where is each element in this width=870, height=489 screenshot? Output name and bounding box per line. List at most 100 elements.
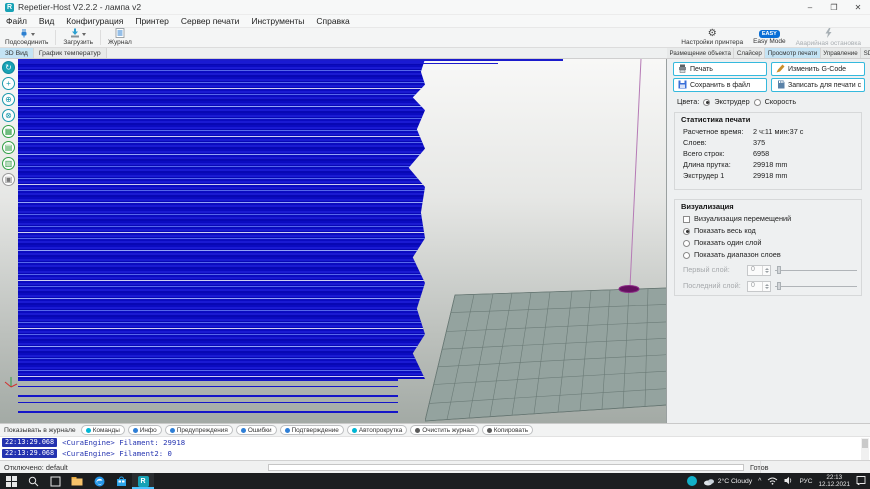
move-view-button[interactable]: +	[2, 77, 15, 90]
menu-tools[interactable]: Инструменты	[245, 16, 310, 26]
weather-widget[interactable]: 2°C Cloudy	[703, 477, 752, 486]
first-layer-label: Первый слой:	[683, 264, 743, 276]
tabs-row: 3D Вид График температур Размещение объе…	[0, 48, 870, 59]
print-button-label: Печать	[690, 66, 713, 73]
menu-file[interactable]: Файл	[0, 16, 33, 26]
edit-gcode-label: Изменить G-Code	[788, 66, 846, 73]
extruder-color-radio[interactable]	[703, 99, 710, 106]
file-explorer-icon[interactable]	[66, 473, 88, 489]
search-icon[interactable]	[22, 473, 44, 489]
emergency-label: Аварийная остановка	[796, 40, 861, 47]
minimize-button[interactable]: –	[798, 0, 822, 14]
print-button[interactable]: Печать	[673, 62, 767, 76]
3d-viewport[interactable]: ↻ + ⊕ ⊗ ▦ ▤ ▥ ▣	[0, 59, 667, 423]
slider-handle[interactable]	[777, 266, 781, 274]
notification-center-icon[interactable]	[856, 475, 866, 487]
store-icon[interactable]	[110, 473, 132, 489]
log-clear-button[interactable]: Очистить журнал	[410, 425, 478, 435]
menu-bar: Файл Вид Конфигурация Принтер Сервер печ…	[0, 15, 870, 28]
show-layer-range-radio[interactable]	[683, 252, 690, 259]
log-filter-commands[interactable]: Команды	[81, 425, 125, 435]
log-message: <CuraEngine> Filament2: 0	[62, 449, 172, 458]
network-icon[interactable]	[767, 476, 778, 487]
menu-print-server[interactable]: Сервер печати	[175, 16, 246, 26]
layer-view-button[interactable]: ▣	[2, 173, 15, 186]
log-filter-warnings[interactable]: Предупреждения	[165, 425, 233, 435]
maximize-button[interactable]: ❐	[822, 0, 846, 14]
log-filter-info[interactable]: Инфо	[128, 425, 162, 435]
right-panel-tabs: Размещение объекта Слайсер Просмотр печа…	[667, 48, 870, 58]
close-button[interactable]: ✕	[846, 0, 870, 14]
speed-color-radio[interactable]	[754, 99, 761, 106]
first-layer-spinner[interactable]: 0	[747, 265, 771, 276]
zoom-button[interactable]: ⊕	[2, 93, 15, 106]
front-view-button[interactable]: ▤	[2, 141, 15, 154]
log-autoscroll-toggle[interactable]: Автопрокрутка	[347, 425, 407, 435]
viz-single-row: Показать один слой	[675, 237, 861, 249]
speed-color-label: Скорость	[765, 96, 797, 108]
repetier-host-taskbar-icon[interactable]: R	[132, 473, 154, 489]
meet-now-icon[interactable]	[687, 476, 697, 486]
spinner-arrows-icon[interactable]	[762, 266, 770, 275]
tab-temp-graph[interactable]: График температур	[34, 48, 107, 58]
stat-label: Всего строк:	[683, 148, 753, 159]
filter-label: Подтверждение	[292, 427, 339, 434]
tab-sd-card[interactable]: SD карта	[861, 48, 870, 58]
save-to-file-button[interactable]: Сохранить в файл	[673, 78, 767, 92]
toolbar-separator	[100, 30, 101, 45]
reset-view-button[interactable]: ⊗	[2, 109, 15, 122]
stat-label: Расчетное время:	[683, 126, 753, 137]
volume-icon[interactable]	[784, 476, 793, 487]
edge-browser-icon[interactable]	[88, 473, 110, 489]
taskbar-clock[interactable]: 22:13 12.12.2021	[818, 474, 850, 488]
tab-slicer[interactable]: Слайсер	[734, 48, 765, 58]
weather-label: 2°C Cloudy	[718, 478, 752, 485]
tab-manual-control[interactable]: Управление	[821, 48, 861, 58]
task-view-icon[interactable]	[44, 473, 66, 489]
tab-3d-view[interactable]: 3D Вид	[0, 48, 34, 58]
printer-settings-button[interactable]: ⚙ Настройки принтера	[676, 28, 748, 47]
iso-view-button[interactable]: ▦	[2, 125, 15, 138]
spinner-arrows-icon[interactable]	[762, 282, 770, 291]
edit-gcode-button[interactable]: Изменить G-Code	[771, 62, 865, 76]
last-layer-spinner[interactable]: 0	[747, 281, 771, 292]
show-travel-checkbox[interactable]	[683, 216, 690, 223]
tab-print-preview[interactable]: Просмотр печати	[765, 48, 820, 58]
visualization-title: Визуализация	[675, 200, 861, 213]
start-button[interactable]	[0, 473, 22, 489]
easy-mode-button[interactable]: EASY Easy Mode	[748, 28, 791, 47]
save-for-sd-label: Записать для печати с	[788, 82, 861, 89]
stat-label: Слоев:	[683, 137, 753, 148]
connect-button[interactable]: Подсоединить	[0, 28, 53, 47]
filter-label: Копировать	[494, 427, 528, 434]
axis-indicator-icon	[4, 375, 18, 389]
rotate-view-button[interactable]: ↻	[2, 61, 15, 74]
show-single-layer-radio[interactable]	[683, 240, 690, 247]
save-for-sd-button[interactable]: Записать для печати с	[771, 78, 865, 92]
menu-view[interactable]: Вид	[33, 16, 60, 26]
slider-handle[interactable]	[777, 282, 781, 290]
journal-toggle-button[interactable]: Журнал	[103, 28, 137, 47]
log-filter-errors[interactable]: Ошибки	[236, 425, 277, 435]
repetier-icon: R	[138, 476, 149, 487]
side-view-button[interactable]: ▥	[2, 157, 15, 170]
menu-help[interactable]: Справка	[310, 16, 355, 26]
log-filter-bar: Показывать в журнале Команды Инфо Предуп…	[0, 423, 870, 436]
log-view[interactable]: 22:13:29.068 <CuraEngine> Filament: 2991…	[0, 436, 870, 460]
log-filter-ack[interactable]: Подтверждение	[280, 425, 344, 435]
app-icon: R	[5, 3, 14, 12]
easy-mode-badge: EASY	[759, 30, 780, 38]
load-button[interactable]: Загрузить	[58, 28, 98, 47]
menu-printer[interactable]: Принтер	[129, 16, 175, 26]
show-complete-code-radio[interactable]	[683, 228, 690, 235]
tab-object-placement[interactable]: Размещение объекта	[667, 48, 734, 58]
first-layer-slider[interactable]	[775, 266, 857, 275]
colors-row: Цвета: Экструдер Скорость	[669, 96, 796, 108]
log-scrollbar[interactable]	[861, 438, 869, 460]
last-layer-slider[interactable]	[775, 282, 857, 291]
log-scrollbar-thumb[interactable]	[862, 439, 868, 448]
language-indicator[interactable]: РУС	[799, 478, 812, 485]
menu-config[interactable]: Конфигурация	[60, 16, 129, 26]
log-copy-button[interactable]: Копировать	[482, 425, 533, 435]
hidden-icons-chevron[interactable]: ^	[758, 478, 761, 485]
